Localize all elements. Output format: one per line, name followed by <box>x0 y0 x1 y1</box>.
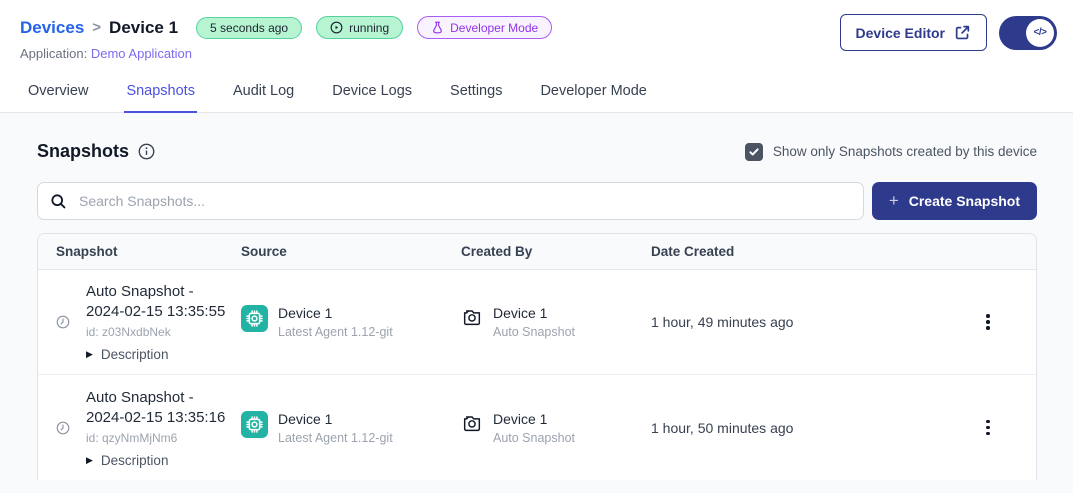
developer-mode-toggle[interactable]: </> <box>999 16 1057 50</box>
triangle-right-icon: ▶ <box>86 349 93 360</box>
camera-icon <box>461 412 483 434</box>
developer-mode-badge: Developer Mode <box>417 16 552 39</box>
info-icon[interactable] <box>138 143 155 160</box>
header-actions: Device Editor </> <box>840 14 1057 51</box>
description-toggle-label: Description <box>101 453 169 468</box>
snapshot-id: id: z03NxdbNek <box>86 325 236 339</box>
last-seen-badge: 5 seconds ago <box>196 17 302 39</box>
source-detail: Latest Agent 1.12-git <box>278 431 393 445</box>
code-icon: </> <box>1026 19 1054 47</box>
created-by-cell: Device 1 Auto Snapshot <box>461 305 651 339</box>
description-toggle-label: Description <box>101 347 169 362</box>
chip-icon <box>241 305 268 332</box>
description-toggle[interactable]: ▶ Description <box>86 347 236 362</box>
search-box[interactable] <box>37 182 864 220</box>
snapshot-title: Auto Snapshot - 2024-02-15 13:35:16 <box>86 388 236 428</box>
breadcrumb-devices-link[interactable]: Devices <box>20 18 84 38</box>
source-cell: Device 1 Latest Agent 1.12-git <box>241 411 461 445</box>
filter-checkbox-label: Show only Snapshots created by this devi… <box>773 144 1037 159</box>
created-by-name: Device 1 <box>493 411 575 428</box>
application-label: Application: <box>20 46 87 61</box>
row-actions-kebab-icon[interactable] <box>980 414 996 442</box>
table-row: Auto Snapshot - 2024-02-15 13:35:55 id: … <box>38 270 1036 375</box>
chip-icon <box>241 411 268 438</box>
snapshot-cell: Auto Snapshot - 2024-02-15 13:35:16 id: … <box>56 388 241 468</box>
check-icon <box>748 146 760 158</box>
triangle-right-icon: ▶ <box>86 455 93 466</box>
date-created-cell: 1 hour, 50 minutes ago <box>651 420 980 436</box>
column-header-date-created: Date Created <box>651 244 980 259</box>
create-snapshot-button[interactable]: + Create Snapshot <box>872 182 1037 220</box>
source-detail: Latest Agent 1.12-git <box>278 325 393 339</box>
snapshot-title: Auto Snapshot - 2024-02-15 13:35:55 <box>86 282 236 322</box>
table-header-row: Snapshot Source Created By Date Created <box>38 234 1036 270</box>
filter-checkbox[interactable] <box>745 143 763 161</box>
snapshot-id: id: qzyNmMjNm6 <box>86 431 236 445</box>
source-name: Device 1 <box>278 411 393 428</box>
running-status-badge-label: running <box>349 22 389 34</box>
column-header-source: Source <box>241 244 461 259</box>
tab-device-logs[interactable]: Device Logs <box>330 75 414 113</box>
application-link[interactable]: Demo Application <box>91 46 192 61</box>
search-row: + Create Snapshot <box>37 182 1037 220</box>
date-created-cell: 1 hour, 49 minutes ago <box>651 314 980 330</box>
description-toggle[interactable]: ▶ Description <box>86 453 236 468</box>
tab-bar: Overview Snapshots Audit Log Device Logs… <box>0 75 1073 113</box>
snapshots-table: Snapshot Source Created By Date Created … <box>37 233 1037 480</box>
device-detail-page: { "colors": { "accent_navy": "#2e3a8c", … <box>0 0 1073 493</box>
page-header: Devices > Device 1 5 seconds ago running… <box>0 0 1073 61</box>
last-seen-badge-label: 5 seconds ago <box>210 22 288 34</box>
play-circle-icon <box>330 21 343 34</box>
tab-snapshots[interactable]: Snapshots <box>124 75 197 113</box>
tab-overview[interactable]: Overview <box>26 75 90 113</box>
camera-icon <box>461 306 483 328</box>
created-by-name: Device 1 <box>493 305 575 322</box>
device-editor-button[interactable]: Device Editor <box>840 14 987 51</box>
column-header-snapshot: Snapshot <box>56 244 241 259</box>
device-editor-button-label: Device Editor <box>856 25 945 41</box>
section-title: Snapshots <box>37 141 129 162</box>
tab-audit-log[interactable]: Audit Log <box>231 75 296 113</box>
created-by-detail: Auto Snapshot <box>493 325 575 339</box>
clock-icon <box>56 421 70 435</box>
created-by-cell: Device 1 Auto Snapshot <box>461 411 651 445</box>
developer-mode-badge-label: Developer Mode <box>450 22 538 34</box>
plus-icon: + <box>889 191 899 211</box>
table-row: Auto Snapshot - 2024-02-15 13:35:16 id: … <box>38 375 1036 480</box>
tab-developer-mode[interactable]: Developer Mode <box>538 75 648 113</box>
created-by-detail: Auto Snapshot <box>493 431 575 445</box>
row-actions-kebab-icon[interactable] <box>980 308 996 336</box>
source-cell: Device 1 Latest Agent 1.12-git <box>241 305 461 339</box>
filter-checkbox-row[interactable]: Show only Snapshots created by this devi… <box>745 143 1037 161</box>
search-input[interactable] <box>79 193 851 209</box>
tab-settings[interactable]: Settings <box>448 75 504 113</box>
snapshots-section: Snapshots Show only Snapshots created by… <box>0 113 1073 493</box>
column-header-created-by: Created By <box>461 244 651 259</box>
running-status-badge: running <box>316 16 403 39</box>
source-name: Device 1 <box>278 305 393 322</box>
search-icon <box>50 193 67 210</box>
clock-icon <box>56 315 70 329</box>
page-title: Device 1 <box>109 18 178 38</box>
external-link-icon <box>954 24 971 41</box>
flask-icon <box>431 21 444 34</box>
status-badges: 5 seconds ago running Developer Mode <box>196 16 552 39</box>
create-snapshot-button-label: Create Snapshot <box>909 193 1020 209</box>
snapshot-cell: Auto Snapshot - 2024-02-15 13:35:55 id: … <box>56 282 241 362</box>
breadcrumb-separator: > <box>92 19 101 36</box>
code-glyph: </> <box>1034 27 1047 38</box>
section-header-row: Snapshots Show only Snapshots created by… <box>37 113 1037 162</box>
